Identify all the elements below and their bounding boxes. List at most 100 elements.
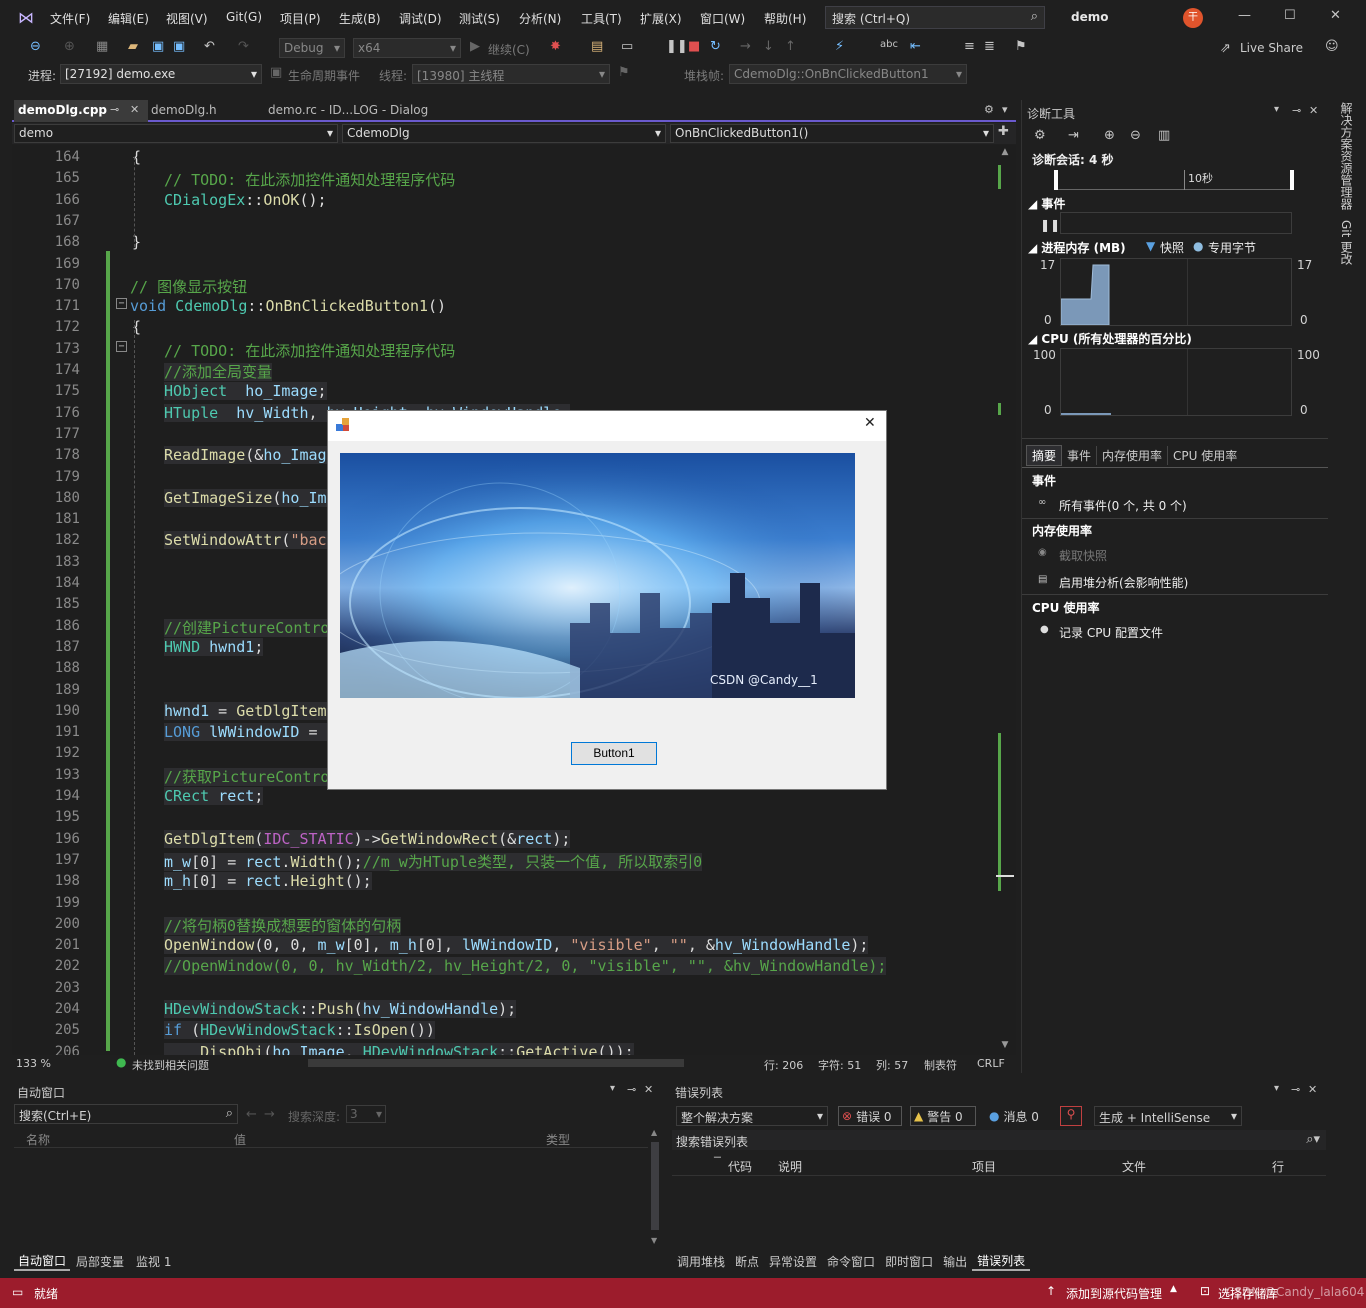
play-icon[interactable]: ▶ — [470, 39, 480, 54]
back-arrow-icon[interactable]: ← — [246, 1107, 257, 1122]
scroll-up-icon[interactable]: ▲ — [651, 1128, 657, 1137]
member-dropdown[interactable]: OnBnClickedButton1() ▾ — [670, 124, 994, 143]
code-line[interactable]: //将句柄0替换成想要的窗体的句柄 — [164, 915, 402, 936]
bookmark-icon[interactable]: ⚑ — [1015, 39, 1027, 54]
save-all-icon[interactable]: ▣ — [173, 39, 185, 54]
step-over-icon[interactable]: → — [740, 39, 751, 54]
hot-reload-icon[interactable]: ✸ — [550, 39, 561, 54]
process-dropdown[interactable]: [27192] demo.exe ▾ — [60, 64, 262, 84]
tab-summary[interactable]: 摘要 — [1026, 444, 1063, 466]
zoom-out-icon[interactable]: ⊖ — [1130, 128, 1141, 143]
autos-search-input[interactable]: 搜索(Ctrl+E) ⌕ — [14, 1104, 238, 1124]
timeline-ruler[interactable]: 10秒 — [1054, 170, 1294, 190]
more-icon[interactable]: ▾ — [1002, 103, 1008, 116]
issues-text[interactable]: 未找到相关问题 — [132, 1057, 209, 1073]
errors-filter-button[interactable]: ⊗ 错误 0 — [838, 1106, 902, 1126]
split-icon[interactable]: ✚ — [998, 124, 1009, 139]
col-description[interactable]: 说明 — [778, 1158, 802, 1175]
tab-demo-rc[interactable]: demo.rc - ID...LOG - Dialog — [268, 103, 428, 117]
menu-window[interactable]: 窗口(W) — [700, 10, 745, 27]
horizontal-scrollbar[interactable] — [308, 1059, 684, 1067]
tab-exception-settings[interactable]: 异常设置 — [764, 1253, 822, 1270]
col-name[interactable]: 名称 — [26, 1131, 50, 1148]
project-dropdown[interactable]: demo ▾ — [14, 124, 338, 143]
close-tab-icon[interactable]: ✕ — [130, 103, 139, 116]
live-share-button[interactable]: Live Share — [1240, 41, 1303, 55]
tab-cpu-usage[interactable]: CPU 使用率 — [1168, 446, 1242, 465]
scroll-up-icon[interactable]: ▲ — [998, 147, 1012, 159]
col-file[interactable]: 文件 — [1122, 1158, 1146, 1175]
scope-dropdown[interactable]: 整个解决方案 ▾ — [676, 1106, 828, 1126]
tab-locals[interactable]: 局部变量 — [70, 1253, 130, 1270]
col-project[interactable]: 项目 — [972, 1158, 996, 1175]
tab-autos[interactable]: 自动窗口 — [14, 1252, 71, 1271]
close-icon[interactable]: ✕ — [1308, 1083, 1317, 1096]
code-line[interactable]: CRect rect; — [164, 787, 264, 805]
tab-immediate-window[interactable]: 即时窗口 — [880, 1253, 938, 1270]
layout-icon[interactable]: ▭ — [621, 39, 633, 54]
stop-icon[interactable]: ■ — [688, 39, 700, 54]
code-line[interactable]: GetImageSize(ho_Ima — [164, 488, 336, 507]
menu-git[interactable]: Git(G) — [226, 10, 262, 24]
pause-icon[interactable]: ❚❚ — [666, 39, 688, 54]
menu-project[interactable]: 项目(P) — [280, 10, 321, 27]
pin-icon[interactable]: ⊸ — [110, 103, 119, 116]
code-line[interactable]: //获取PictureContro — [164, 766, 330, 787]
restart-icon[interactable]: ↻ — [710, 39, 721, 54]
flag-icon[interactable]: ⚑ — [618, 65, 630, 80]
scroll-thumb[interactable] — [651, 1142, 659, 1230]
global-search-box[interactable]: 搜索 (Ctrl+Q) ⌕ — [825, 6, 1045, 29]
forward-icon[interactable]: ⊕ — [64, 39, 75, 54]
menu-tools[interactable]: 工具(T) — [581, 10, 622, 27]
forward-arrow-icon[interactable]: → — [264, 1107, 275, 1122]
menu-analyze[interactable]: 分析(N) — [519, 10, 561, 27]
browse-icon[interactable]: ▤ — [591, 39, 603, 54]
tab-events[interactable]: 事件 — [1062, 445, 1098, 465]
lifecycle-events-dropdown[interactable]: 生命周期事件 — [288, 67, 360, 84]
open-folder-icon[interactable]: ▰ — [128, 39, 138, 54]
undo-icon[interactable]: ↶ — [204, 39, 215, 54]
comment-icon[interactable]: ≡ — [964, 39, 975, 54]
tab-command-window[interactable]: 命令窗口 — [822, 1253, 880, 1270]
dropdown-icon[interactable]: ▾ — [610, 1083, 615, 1094]
menu-help[interactable]: 帮助(H) — [764, 10, 806, 27]
diagnostics-icon[interactable]: ⚡ — [835, 39, 844, 54]
scroll-down-icon[interactable]: ▼ — [651, 1236, 657, 1245]
menu-extensions[interactable]: 扩展(X) — [640, 10, 682, 27]
git-changes-tab[interactable]: Git 更改 — [1338, 220, 1355, 265]
close-icon[interactable]: ✕ — [1309, 104, 1318, 117]
code-line[interactable]: SetWindowAttr("back — [164, 531, 336, 550]
export-icon[interactable]: ⇥ — [1068, 128, 1079, 143]
zoom-level[interactable]: 133 % — [16, 1057, 51, 1070]
maximize-icon[interactable]: ☐ — [1284, 8, 1296, 23]
tab-error-list[interactable]: 错误列表 — [972, 1252, 1031, 1271]
collapse-toggle-icon[interactable]: − — [116, 298, 127, 309]
feedback-icon[interactable]: ☺ — [1325, 39, 1339, 54]
menu-debug[interactable]: 调试(D) — [399, 10, 442, 27]
step-into-icon[interactable]: ↓ — [763, 39, 774, 54]
zoom-in-icon[interactable]: ⊕ — [1104, 128, 1115, 143]
dropdown-icon[interactable]: ▾ — [1274, 1083, 1279, 1094]
configuration-dropdown[interactable]: Debug ▾ — [279, 38, 345, 58]
code-line[interactable]: hwnd1 = GetDlgItem — [164, 701, 327, 720]
pin-icon[interactable]: ⊸ — [1291, 1083, 1300, 1096]
code-line[interactable]: m_w[0] = rect.Width();//m_w为HTuple类型, 只装… — [164, 851, 703, 872]
error-search-input[interactable]: 搜索错误列表 ⌕▾ — [672, 1130, 1326, 1150]
warnings-filter-button[interactable]: ▲ 警告 0 — [910, 1106, 976, 1126]
chart-icon[interactable]: ▥ — [1158, 128, 1170, 143]
tab-demodlg-h[interactable]: demoDlg.h — [151, 103, 217, 117]
tab-watch1[interactable]: 监视 1 — [130, 1253, 177, 1270]
dropdown-icon[interactable]: ▾ — [1274, 104, 1279, 115]
line-ending[interactable]: CRLF — [977, 1057, 1005, 1070]
collapse-toggle-icon[interactable]: − — [116, 341, 127, 352]
editor-scrollbar[interactable]: ▲ ▼ — [996, 145, 1016, 1055]
close-icon[interactable]: ✕ — [1330, 8, 1341, 23]
code-line[interactable]: // 图像显示按钮 — [130, 276, 247, 297]
tab-mode[interactable]: 制表符 — [924, 1057, 957, 1073]
pause-icon[interactable]: ❚❚ — [1040, 218, 1060, 232]
menu-test[interactable]: 测试(S) — [459, 10, 500, 27]
tab-breakpoints[interactable]: 断点 — [730, 1253, 764, 1270]
code-line[interactable]: //添加全局变量 — [164, 361, 273, 382]
menu-edit[interactable]: 编辑(E) — [108, 10, 149, 27]
autos-scrollbar[interactable]: ▲ ▼ — [648, 1128, 662, 1248]
